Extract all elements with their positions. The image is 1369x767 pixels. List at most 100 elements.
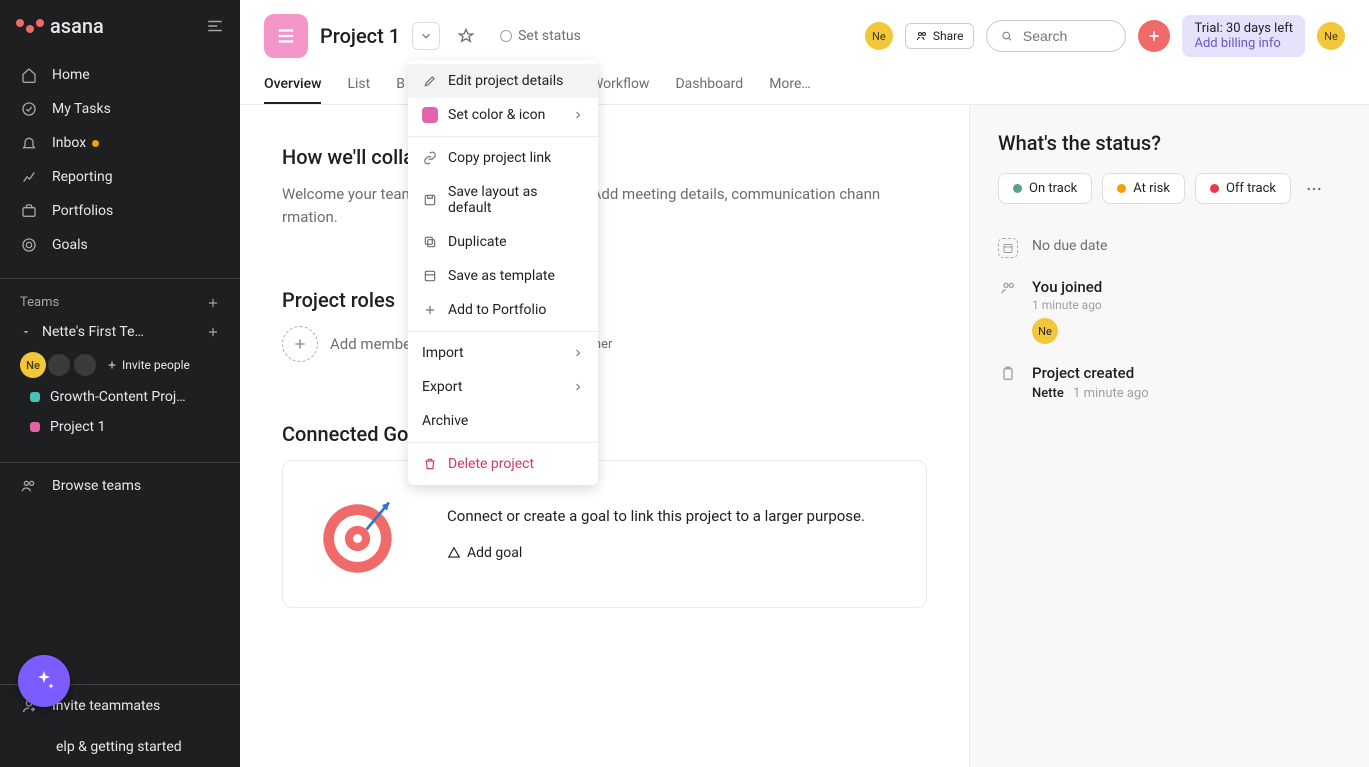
status-panel: What's the status? On track At risk Off … (969, 105, 1369, 767)
status-off-track[interactable]: Off track (1195, 173, 1291, 204)
nav-label: Reporting (52, 169, 113, 185)
overview-panel: How we'll collal Welcome your team a wor… (240, 105, 969, 767)
pencil-icon (422, 73, 438, 89)
project-created-row: Project created Nette 1 minute ago (998, 364, 1341, 401)
dd-delete-project[interactable]: Delete project (408, 447, 598, 481)
add-member-button[interactable]: Add member (282, 326, 416, 362)
invite-people-link[interactable]: Invite people (106, 358, 190, 372)
project-title[interactable]: Project 1 (320, 24, 400, 48)
status-dot-icon (1013, 184, 1022, 193)
dd-archive[interactable]: Archive (408, 404, 598, 438)
status-label: On track (1029, 181, 1077, 196)
team-members[interactable]: Ne Invite people (0, 348, 240, 382)
asana-logo[interactable]: asana (16, 14, 104, 38)
chevron-right-icon (572, 109, 584, 121)
favorite-button[interactable] (452, 22, 480, 50)
sidebar-project-1[interactable]: Project 1 (0, 412, 240, 442)
member-avatar[interactable]: Ne (865, 22, 893, 50)
tab-board[interactable]: B (396, 66, 405, 104)
search-box[interactable] (986, 20, 1126, 52)
caret-icon (20, 326, 32, 338)
created-title: Project created (1032, 364, 1149, 382)
teams-label: Teams (20, 295, 59, 310)
due-date-row[interactable]: No due date (998, 238, 1341, 258)
browse-teams[interactable]: Browse teams (0, 463, 240, 509)
add-goal-button[interactable]: Add goal (447, 545, 892, 561)
clipboard-icon (998, 364, 1018, 384)
check-icon (20, 100, 38, 118)
add-member-icon (282, 326, 318, 362)
project-icon[interactable] (264, 14, 308, 58)
collapse-sidebar-icon[interactable] (206, 17, 224, 35)
dd-edit-project[interactable]: Edit project details (408, 64, 598, 98)
invite-label: Invite teammates (52, 698, 160, 714)
created-time: 1 minute ago (1073, 386, 1149, 401)
link-icon (422, 150, 438, 166)
copy-icon (422, 234, 438, 250)
nav-inbox[interactable]: Inbox (0, 126, 240, 160)
joined-title: You joined (1032, 278, 1102, 296)
member-avatar: Ne (20, 352, 46, 378)
nav-reporting[interactable]: Reporting (0, 160, 240, 194)
status-on-track[interactable]: On track (998, 173, 1092, 204)
set-status-label: Set status (518, 28, 581, 44)
add-project-icon[interactable] (206, 325, 220, 339)
search-input[interactable] (1021, 27, 1112, 45)
billing-link[interactable]: Add billing info (1194, 36, 1293, 51)
member-avatar-empty (72, 352, 98, 378)
dd-label: Delete project (448, 456, 534, 472)
dd-save-template[interactable]: Save as template (408, 259, 598, 293)
user-avatar[interactable]: Ne (1317, 22, 1345, 50)
status-at-risk[interactable]: At risk (1102, 173, 1185, 204)
tab-more[interactable]: More… (769, 66, 811, 104)
target-icon (20, 236, 38, 254)
tab-list[interactable]: List (347, 66, 370, 104)
tab-dashboard[interactable]: Dashboard (675, 66, 743, 104)
dd-label: Copy project link (448, 150, 551, 166)
goal-icon (447, 546, 461, 560)
color-swatch-icon (422, 107, 438, 123)
tab-overview[interactable]: Overview (264, 66, 321, 104)
separator (408, 331, 598, 332)
team-row[interactable]: Nette's First Te… (0, 316, 240, 348)
plus-icon (422, 302, 438, 318)
portfolio-icon (20, 202, 38, 220)
dd-duplicate[interactable]: Duplicate (408, 225, 598, 259)
help-getting-started[interactable]: elp & getting started (0, 727, 240, 767)
dd-label: Save layout as default (448, 184, 584, 216)
status-more-icon[interactable] (1301, 176, 1327, 202)
template-icon (422, 268, 438, 284)
trial-banner[interactable]: Trial: 30 days left Add billing info (1182, 15, 1305, 57)
nav-home[interactable]: Home (0, 58, 240, 92)
nav-goals[interactable]: Goals (0, 228, 240, 262)
add-team-icon[interactable] (206, 296, 220, 310)
browse-icon (20, 477, 38, 495)
project-menu-button[interactable] (412, 22, 440, 50)
collab-body[interactable]: Welcome your team a work together in Asa… (282, 183, 927, 228)
collab-heading: How we'll collal (282, 145, 927, 169)
dd-set-color[interactable]: Set color & icon (408, 98, 598, 132)
goal-dartboard-icon (317, 489, 407, 579)
ai-assistant-button[interactable] (18, 655, 70, 707)
sidebar: asana Home My Tasks Inbox Reporting Port… (0, 0, 240, 767)
nav-portfolios[interactable]: Portfolios (0, 194, 240, 228)
global-add-button[interactable] (1138, 20, 1170, 52)
dd-copy-link[interactable]: Copy project link (408, 141, 598, 175)
add-member-label: Add member (330, 335, 416, 353)
sidebar-project-growth[interactable]: Growth-Content Proj… (0, 382, 240, 412)
set-status-button[interactable]: Set status (492, 24, 589, 48)
share-button[interactable]: Share (905, 23, 975, 49)
dd-export[interactable]: Export (408, 370, 598, 404)
dd-import[interactable]: Import (408, 336, 598, 370)
tab-workflow[interactable]: Workflow (591, 66, 650, 104)
home-icon (20, 66, 38, 84)
dd-save-layout[interactable]: Save layout as default (408, 175, 598, 225)
dd-label: Archive (422, 413, 468, 429)
nav-label: Portfolios (52, 203, 113, 219)
share-label: Share (933, 29, 964, 43)
nav-my-tasks[interactable]: My Tasks (0, 92, 240, 126)
teams-header: Teams (0, 289, 240, 316)
dd-add-portfolio[interactable]: Add to Portfolio (408, 293, 598, 327)
inbox-unread-dot-icon (92, 140, 99, 147)
logo-mark-icon (16, 19, 44, 33)
